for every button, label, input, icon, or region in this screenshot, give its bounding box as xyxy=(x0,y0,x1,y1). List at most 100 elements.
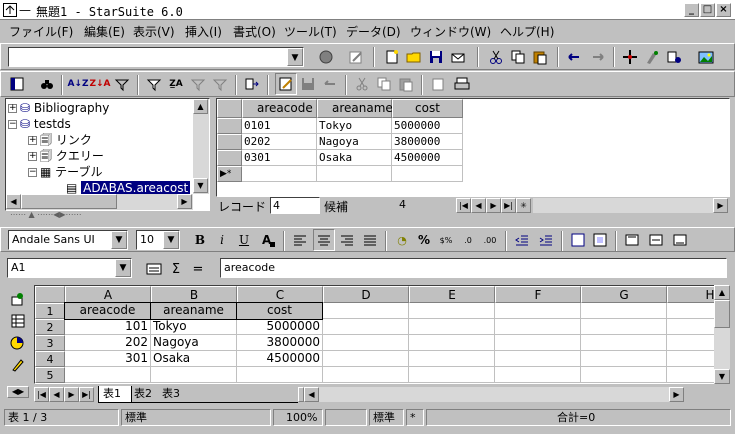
paste-record-icon[interactable] xyxy=(395,73,417,95)
expand-icon[interactable]: + xyxy=(28,136,37,145)
last-record-icon[interactable]: ▶| xyxy=(501,198,516,213)
url-dropdown-arrow-icon[interactable]: ▼ xyxy=(287,48,303,66)
sheet-tab-2[interactable]: 表2 xyxy=(132,386,160,403)
cell-b4[interactable]: Osaka xyxy=(151,351,236,367)
align-center-icon[interactable] xyxy=(313,229,335,251)
italic-icon[interactable]: i xyxy=(211,229,233,251)
grid-cell[interactable]: 0101 xyxy=(242,118,271,134)
scroll-up-icon[interactable]: ▲ xyxy=(714,285,730,300)
row-header-4[interactable]: 4 xyxy=(35,351,65,367)
cell-b2[interactable]: Tokyo xyxy=(151,319,236,335)
scroll-down-icon[interactable]: ▼ xyxy=(714,369,730,384)
next-sheet-icon[interactable]: ▶ xyxy=(64,387,79,402)
grid-cell[interactable]: Tokyo xyxy=(317,118,352,134)
insert-mode[interactable]: 標準 xyxy=(369,409,404,426)
cell-a1[interactable]: areacode xyxy=(64,302,151,320)
cell-a2[interactable]: 101 xyxy=(65,319,150,335)
new-document-icon[interactable] xyxy=(381,46,403,68)
gallery-icon[interactable] xyxy=(695,46,717,68)
row-header-2[interactable]: 2 xyxy=(35,319,65,335)
grid-cell[interactable]: 4500000 xyxy=(392,150,440,166)
edit-data-icon[interactable] xyxy=(275,73,297,95)
column-header-h[interactable]: H xyxy=(667,286,714,303)
standard-filter-icon[interactable]: Z̲A xyxy=(165,73,187,95)
tree-item-links[interactable]: + 🗐 リンク xyxy=(28,132,92,148)
close-button[interactable]: × xyxy=(716,3,731,17)
remove-filter-icon[interactable] xyxy=(209,73,231,95)
insert-cells-icon[interactable] xyxy=(7,310,29,332)
percent-format-icon[interactable]: % xyxy=(413,229,435,251)
standard-format-icon[interactable]: $% xyxy=(435,229,457,251)
print-icon[interactable] xyxy=(451,73,473,95)
last-sheet-icon[interactable]: ▶| xyxy=(79,387,94,402)
align-right-icon[interactable] xyxy=(336,229,358,251)
add-decimal-icon[interactable]: .0 xyxy=(457,229,479,251)
navigator-icon[interactable] xyxy=(619,46,641,68)
stop-loading-icon[interactable] xyxy=(315,46,337,68)
function-wizard-icon[interactable] xyxy=(143,258,165,280)
save-icon[interactable] xyxy=(425,46,447,68)
copy-record-icon[interactable] xyxy=(373,73,395,95)
data-to-text-icon[interactable] xyxy=(241,73,263,95)
url-input[interactable]: ▼ xyxy=(8,47,304,67)
grid-cell[interactable]: 0202 xyxy=(242,134,271,150)
scroll-right-icon[interactable]: ▶ xyxy=(669,387,684,402)
justify-icon[interactable] xyxy=(359,229,381,251)
grid-row-header-new[interactable]: ▶* xyxy=(217,166,242,182)
first-record-icon[interactable]: |◀ xyxy=(456,198,471,213)
align-top-icon[interactable] xyxy=(621,229,643,251)
font-size-combo[interactable]: 10 ▼ xyxy=(136,230,180,250)
column-header-g[interactable]: G xyxy=(581,286,667,303)
record-number-input[interactable]: 4 xyxy=(270,197,320,214)
sheet-vscroll[interactable]: ▲ ▼ xyxy=(714,285,730,384)
cell-a3[interactable]: 202 xyxy=(65,335,150,351)
name-box[interactable]: A1 ▼ xyxy=(7,258,132,278)
window-menu-icon[interactable] xyxy=(3,3,17,17)
tree-item-queries[interactable]: + 🗐 クエリー xyxy=(28,148,104,164)
apply-filter-icon[interactable] xyxy=(187,73,209,95)
grid-row-header[interactable] xyxy=(217,134,242,150)
expand-icon[interactable]: + xyxy=(28,152,37,161)
scroll-down-icon[interactable]: ▼ xyxy=(193,178,208,193)
background-color-icon[interactable] xyxy=(589,229,611,251)
zoom-level[interactable]: 100% xyxy=(273,409,323,426)
grid-row-header[interactable] xyxy=(217,150,242,166)
grid-cell[interactable]: 5000000 xyxy=(392,118,440,134)
open-file-icon[interactable] xyxy=(403,46,425,68)
font-name-combo[interactable]: Andale Sans UI ▼ xyxy=(8,230,128,250)
collapse-icon[interactable]: − xyxy=(28,168,37,177)
grid-cell[interactable]: 0301 xyxy=(242,150,271,166)
minimize-button[interactable]: _ xyxy=(684,3,699,17)
align-bottom-icon[interactable] xyxy=(669,229,691,251)
sheet-tab-1[interactable]: 表1 xyxy=(98,386,132,403)
sort-order-icon[interactable] xyxy=(111,73,133,95)
sheet-tab-3[interactable]: 表3 xyxy=(160,386,188,403)
scroll-thumb[interactable] xyxy=(21,194,117,209)
prev-record-icon[interactable]: ◀ xyxy=(471,198,486,213)
grid-column-header[interactable]: areacode xyxy=(242,99,317,118)
column-header-c[interactable]: C xyxy=(237,286,323,303)
menu-help[interactable]: ヘルプ(H) xyxy=(500,23,554,40)
grid-hscroll[interactable] xyxy=(533,198,713,213)
tree-item-bibliography[interactable]: + ⛁ Bibliography xyxy=(8,100,109,116)
grid-cell[interactable]: Osaka xyxy=(317,150,352,166)
column-header-b[interactable]: B xyxy=(151,286,237,303)
bold-icon[interactable]: B xyxy=(189,229,211,251)
cell-c2[interactable]: 5000000 xyxy=(237,319,322,335)
delete-decimal-icon[interactable]: .00 xyxy=(479,229,501,251)
prev-sheet-icon[interactable]: ◀ xyxy=(49,387,64,402)
font-color-icon[interactable]: A xyxy=(257,229,279,251)
row-header-3[interactable]: 3 xyxy=(35,335,65,351)
cell-c4[interactable]: 4500000 xyxy=(237,351,322,367)
maximize-button[interactable]: □ xyxy=(700,3,715,17)
mail-icon[interactable] xyxy=(447,46,469,68)
insert-object-icon[interactable] xyxy=(7,288,29,310)
explorer-icon[interactable] xyxy=(6,73,28,95)
toolbar-scroll-icon[interactable]: ◀▶ xyxy=(7,386,29,398)
menu-window[interactable]: ウィンドウ(W) xyxy=(410,23,491,40)
datasource-icon[interactable] xyxy=(663,46,685,68)
tree-hscroll[interactable]: ◀ ▶ xyxy=(6,194,193,210)
row-header-5[interactable]: 5 xyxy=(35,367,65,383)
next-record-icon[interactable]: ▶ xyxy=(486,198,501,213)
column-header-e[interactable]: E xyxy=(409,286,495,303)
